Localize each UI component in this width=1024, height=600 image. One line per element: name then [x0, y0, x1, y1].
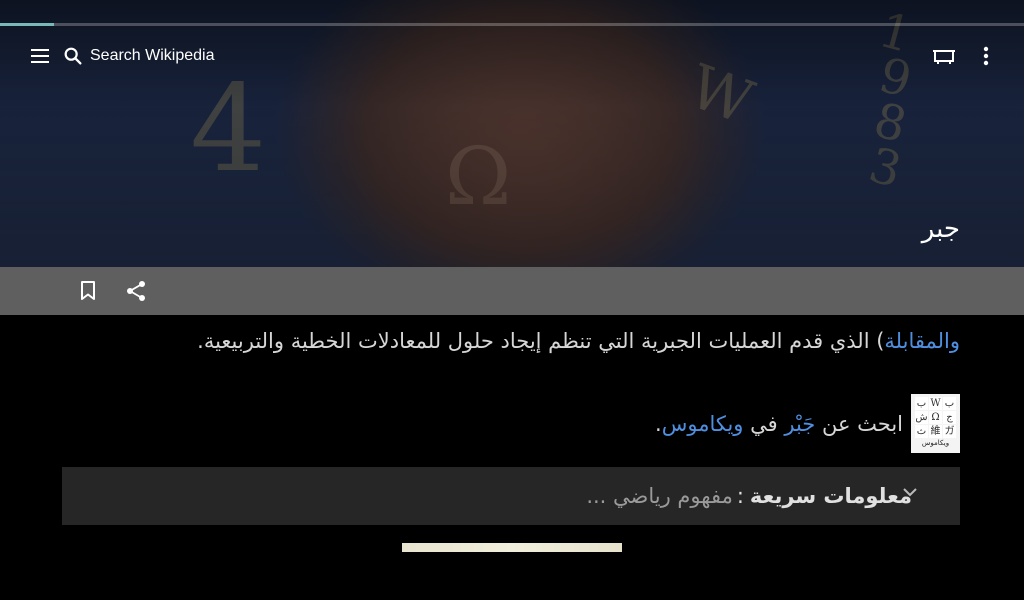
header-image: 4 Ω W 1 9 8 3 Search Wikipedia: [0, 0, 1024, 267]
wiktionary-suffix: .: [655, 411, 662, 436]
reading-list-icon: [933, 50, 955, 64]
load-progress-fill: [0, 23, 55, 26]
wiktionary-logo-caption: ويكاموس: [921, 439, 950, 447]
share-button[interactable]: [116, 271, 156, 311]
paragraph-text: ) الذي قدم العمليات الجبرية التي تنظم إي…: [197, 329, 885, 353]
quick-facts-value: مفهوم رياضي ...: [586, 484, 733, 508]
logo-tile: ث: [915, 425, 928, 438]
reading-list-button[interactable]: [924, 36, 964, 76]
wiktionary-prefix: ابحث عن: [821, 411, 903, 436]
load-progress-bar: [0, 23, 1024, 26]
wiktionary-project-link[interactable]: ويكاموس: [662, 412, 744, 436]
wiktionary-term-link[interactable]: جَبْر: [784, 412, 815, 436]
wiktionary-logo: ب W ب ج Ω ش ガ 維 ث ويكاموس: [911, 394, 960, 453]
search-icon: [64, 47, 82, 65]
article-link[interactable]: والمقابلة: [884, 329, 960, 353]
page-title: جبر: [921, 214, 960, 244]
share-icon: [127, 281, 145, 301]
logo-tile: Ω: [929, 411, 942, 424]
logo-tile: ج: [943, 411, 956, 424]
article-action-bar: [0, 267, 1024, 315]
bookmark-button[interactable]: [68, 271, 108, 311]
wiktionary-box: ب W ب ج Ω ش ガ 維 ث ويكاموس ابحث عن جَبْر …: [655, 394, 960, 453]
bookmark-icon: [81, 281, 95, 300]
wiktionary-logo-tiles: ب W ب ج Ω ش ガ 維 ث: [915, 397, 956, 438]
search-placeholder: Search Wikipedia: [90, 47, 215, 64]
wiktionary-middle: في: [750, 411, 778, 436]
search-field[interactable]: Search Wikipedia: [62, 44, 215, 68]
more-vert-icon: [983, 46, 989, 66]
quick-facts-separator: :: [736, 484, 744, 508]
menu-button[interactable]: [20, 36, 60, 76]
quick-facts-label: معلومات سريعة: [749, 484, 912, 508]
logo-tile: ب: [943, 397, 956, 410]
overflow-menu-button[interactable]: [966, 36, 1006, 76]
chevron-down-icon: [903, 488, 917, 497]
menu-icon: [31, 49, 49, 63]
top-toolbar: Search Wikipedia: [0, 36, 1024, 76]
article-image[interactable]: [402, 543, 622, 552]
logo-tile: 維: [929, 425, 942, 438]
logo-tile: ガ: [943, 425, 956, 438]
wiktionary-text: ابحث عن جَبْر في ويكاموس.: [655, 412, 903, 436]
logo-tile: W: [929, 397, 942, 410]
quick-facts-toggle[interactable]: معلومات سريعة : مفهوم رياضي ...: [62, 467, 960, 525]
article-paragraph: والمقابلة) الذي قدم العمليات الجبرية الت…: [60, 322, 960, 360]
logo-tile: ب: [915, 397, 928, 410]
logo-tile: ش: [915, 411, 928, 424]
